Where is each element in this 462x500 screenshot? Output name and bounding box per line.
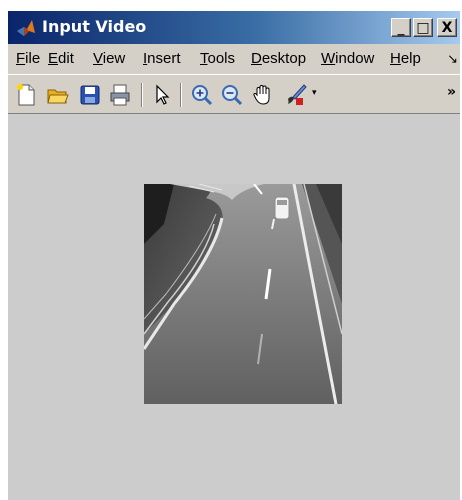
video-frame-image [144,184,342,404]
menu-tools[interactable]: Tools [200,50,235,67]
menu-view[interactable]: View [93,50,125,67]
save-icon[interactable] [78,83,102,107]
menu-overflow-icon[interactable]: ↘ [447,51,458,67]
print-icon[interactable] [108,83,132,107]
toolbar-separator [141,83,143,107]
data-brush-icon[interactable] [284,83,308,107]
zoom-out-icon[interactable] [220,83,244,107]
pointer-icon[interactable] [150,83,174,107]
menu-window[interactable]: Window [321,50,374,67]
zoom-in-icon[interactable] [190,83,214,107]
open-folder-icon[interactable] [46,83,70,107]
menu-file[interactable]: File [16,50,40,67]
pan-hand-icon[interactable] [251,83,275,107]
new-figure-icon[interactable] [14,83,38,107]
minimize-button[interactable]: _ [391,18,411,37]
toolbar-separator [180,83,182,107]
close-button[interactable]: X [437,18,457,37]
menu-insert[interactable]: Insert [143,50,181,67]
toolbar: ▾ » [8,74,460,114]
menu-edit[interactable]: Edit [48,50,74,67]
window-title: Input Video [42,17,147,36]
menu-desktop[interactable]: Desktop [251,50,306,67]
matlab-logo-icon [17,20,35,36]
brush-dropdown-icon[interactable]: ▾ [312,88,317,98]
figure-canvas [8,114,460,500]
menu-bar: File Edit View Insert Tools Desktop Wind… [8,44,460,74]
maximize-button[interactable]: □ [413,18,433,37]
figure-window: Input Video _ □ X File Edit View Insert … [7,10,460,500]
title-bar[interactable]: Input Video _ □ X [8,11,460,44]
toolbar-overflow-icon[interactable]: » [447,84,456,100]
menu-help[interactable]: Help [390,50,421,67]
